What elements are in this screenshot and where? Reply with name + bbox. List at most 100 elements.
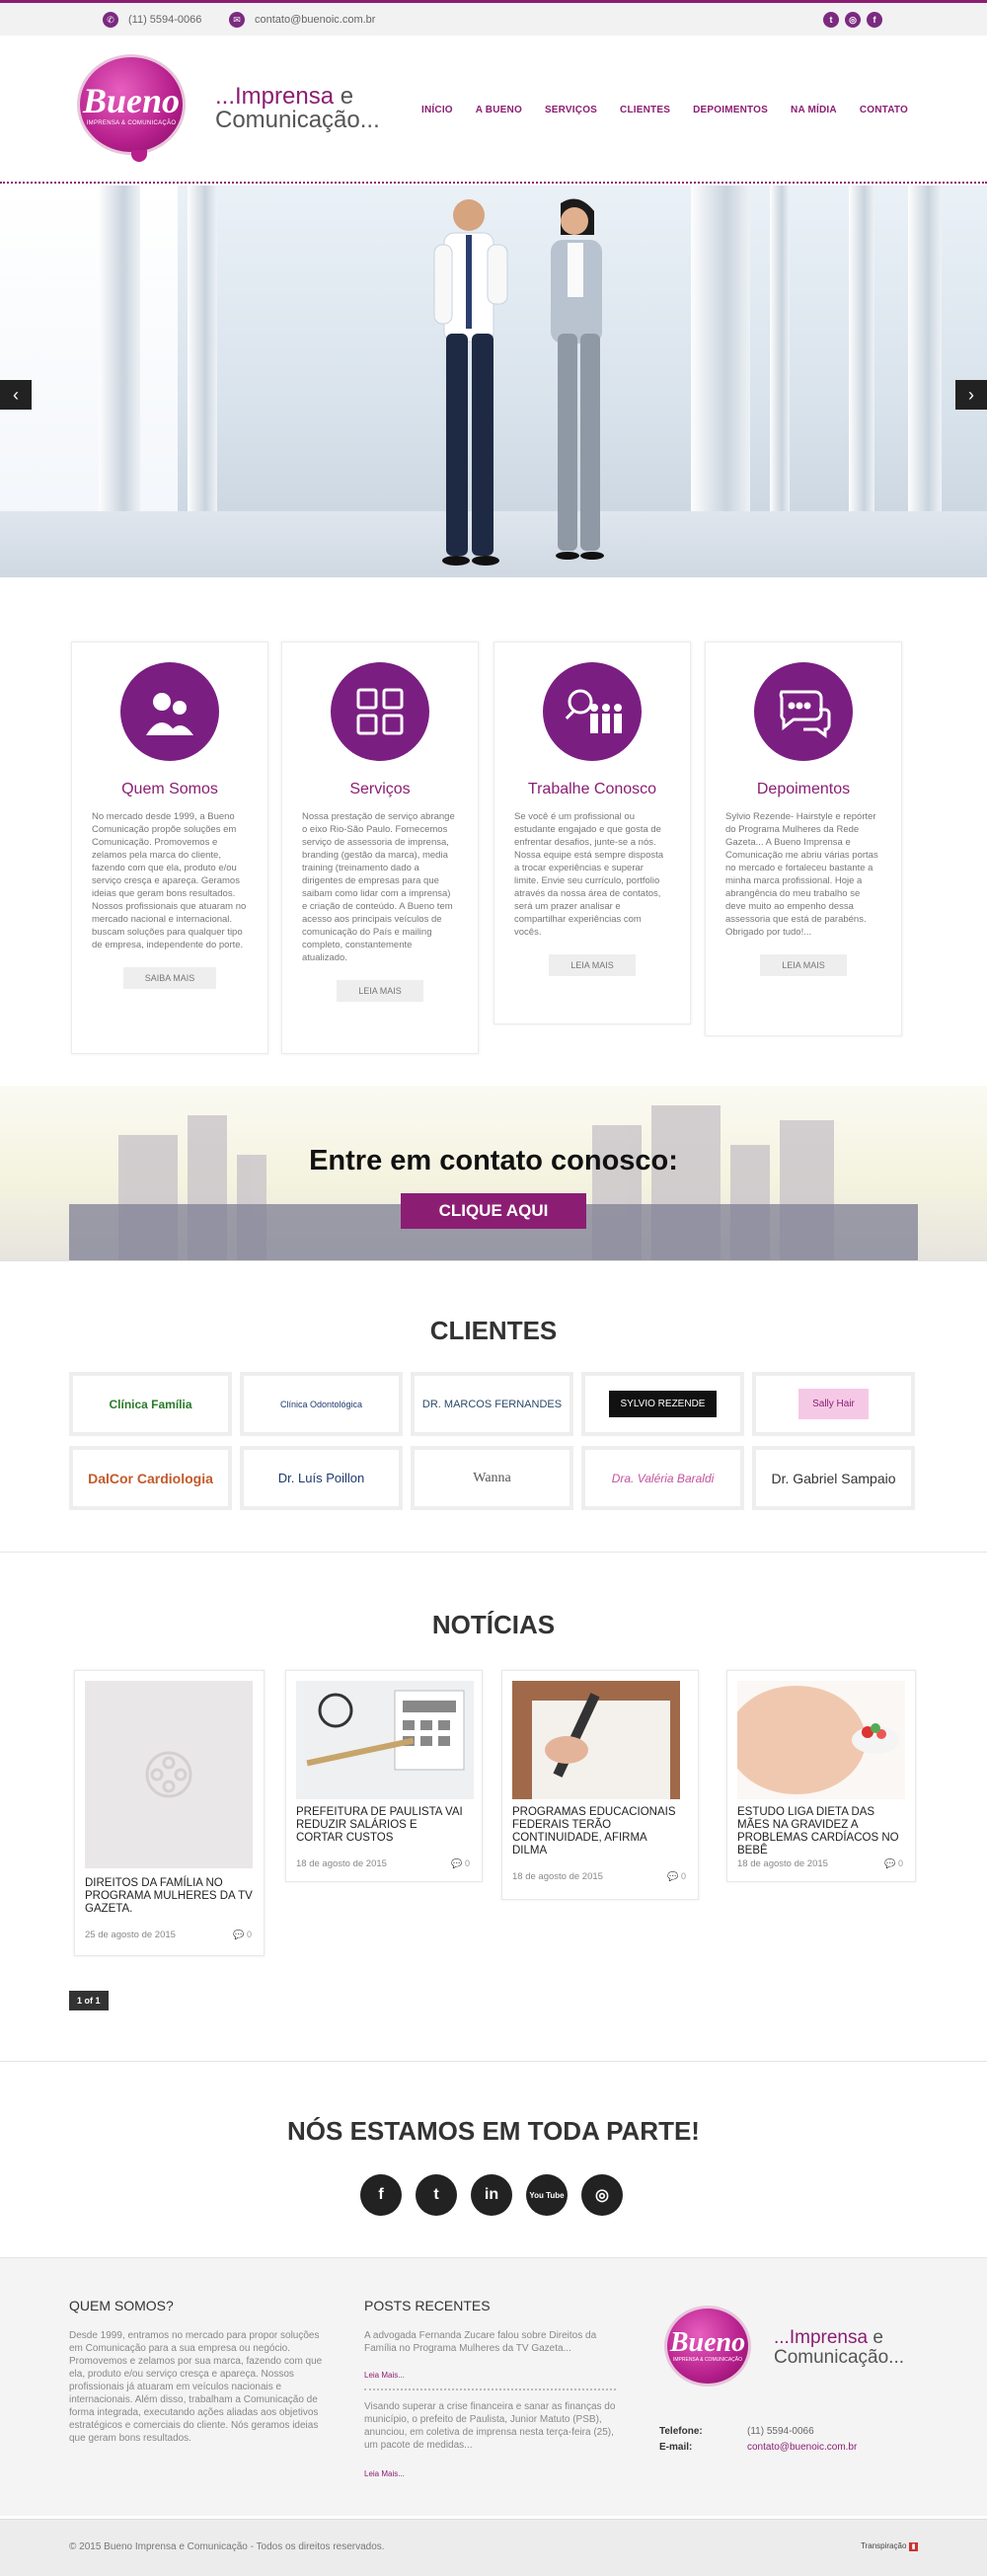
footer-email-label: E-mail:: [659, 2442, 693, 2453]
client-logo[interactable]: Dr. Luís Poillon: [240, 1446, 403, 1510]
feature-text: Se você é um profissional ou estudante e…: [514, 811, 664, 938]
news-card[interactable]: PREFEITURA DE PAULISTA VAI REDUZIR SALÁR…: [285, 1670, 483, 1882]
footer-logo[interactable]: Bueno IMPRENSA & COMUNICAÇÃO: [664, 2306, 751, 2387]
news-date: 18 de agosto de 2015: [296, 1858, 387, 1869]
client-logo[interactable]: Clínica Família: [69, 1372, 232, 1436]
nav-inicio[interactable]: INÍCIO: [421, 105, 453, 115]
feature-text: No mercado desde 1999, a Bueno Comunicaç…: [92, 811, 247, 950]
feature-title: Depoimentos: [756, 781, 851, 797]
news-date: 18 de agosto de 2015: [512, 1871, 603, 1882]
contact-cta-banner: Entre em contato conosco: CLIQUE AQUI: [0, 1086, 987, 1261]
linkedin-icon[interactable]: in: [471, 2174, 512, 2216]
footer-tagline: ...Imprensa e Comunicação...: [774, 2327, 905, 2368]
tagline: ...Imprensa e Comunicação...: [215, 83, 380, 133]
client-logo[interactable]: Dra. Valéria Baraldi: [581, 1446, 744, 1510]
news-date: 18 de agosto de 2015: [737, 1858, 828, 1869]
client-logo[interactable]: DR. MARCOS FERNANDES: [411, 1372, 573, 1436]
team-search-icon: [543, 662, 642, 761]
pagination[interactable]: 1 of 1: [69, 1991, 109, 2010]
feature-text: Sylvio Rezende- Hairstyle e repórter do …: [725, 811, 878, 938]
film-reel-icon: [85, 1681, 253, 1868]
logo[interactable]: Bueno IMPRENSA & COMUNICAÇÃO: [77, 54, 186, 155]
clients-title: CLIENTES: [429, 1316, 558, 1345]
facebook-icon[interactable]: f: [360, 2174, 402, 2216]
news-headline[interactable]: ESTUDO LIGA DIETA DAS MÃES NA GRAVIDEZ A…: [737, 1806, 905, 1857]
footer-email[interactable]: contato@buenoic.com.br: [747, 2442, 857, 2453]
nav-na-midia[interactable]: NA MÍDIA: [791, 105, 837, 115]
mail-icon: ✉: [229, 12, 245, 28]
comment-count: 💬 0: [233, 1930, 252, 1939]
social-title: NÓS ESTAMOS EM TODA PARTE!: [287, 2116, 700, 2146]
client-logo[interactable]: DalCor Cardiologia: [69, 1446, 232, 1510]
footer-about-text: Desde 1999, entramos no mercado para pro…: [69, 2330, 323, 2444]
phone-icon: ✆: [103, 12, 118, 28]
nav-servicos[interactable]: SERVIÇOS: [545, 105, 597, 115]
feature-card-depoimentos: Depoimentos Sylvio Rezende- Hairstyle e …: [705, 642, 902, 1036]
saiba-mais-button[interactable]: SAIBA MAIS: [122, 967, 217, 989]
footer-posts-title: POSTS RECENTES: [364, 2298, 491, 2313]
topbar-email[interactable]: ✉ contato@buenoic.com.br: [229, 12, 375, 28]
news-date: 25 de agosto de 2015: [85, 1930, 176, 1940]
nav-clientes[interactable]: CLIENTES: [620, 105, 670, 115]
feature-card-servicos: Serviços Nossa prestação de serviço abra…: [281, 642, 479, 1054]
client-logo[interactable]: SYLVIO REZENDE: [581, 1372, 744, 1436]
news-image-pregnancy: [737, 1681, 905, 1799]
footer-phone-label: Telefone:: [659, 2426, 703, 2437]
nav-a-bueno[interactable]: A BUENO: [476, 105, 522, 115]
news-headline[interactable]: PREFEITURA DE PAULISTA VAI REDUZIR SALÁR…: [296, 1806, 464, 1845]
feature-title: Quem Somos: [121, 781, 218, 797]
client-logo[interactable]: Clínica Odontológica: [240, 1372, 403, 1436]
client-logo[interactable]: Wanna: [411, 1446, 573, 1510]
news-card[interactable]: PROGRAMAS EDUCACIONAIS FEDERAIS TERÃO CO…: [501, 1670, 699, 1900]
feature-title: Serviços: [349, 781, 411, 797]
twitter-icon[interactable]: t: [416, 2174, 457, 2216]
news-image-calculator: [296, 1681, 474, 1799]
site-footer: QUEM SOMOS? Desde 1999, entramos no merc…: [0, 2257, 987, 2516]
instagram-icon[interactable]: ◎: [845, 12, 861, 28]
news-title: NOTÍCIAS: [431, 1610, 556, 1639]
chat-bubbles-icon: [754, 662, 853, 761]
news-headline[interactable]: PROGRAMAS EDUCACIONAIS FEDERAIS TERÃO CO…: [512, 1806, 680, 1857]
news-headline[interactable]: DIREITOS DA FAMÍLIA NO PROGRAMA MULHERES…: [85, 1877, 253, 1916]
footer-phone[interactable]: (11) 5594-0066: [747, 2426, 814, 2437]
facebook-icon[interactable]: f: [867, 12, 882, 28]
credit-badge-icon: ▮: [908, 2542, 919, 2551]
clique-aqui-button[interactable]: CLIQUE AQUI: [401, 1193, 586, 1229]
leia-mais-button[interactable]: LEIA MAIS: [549, 954, 636, 976]
comment-count: 💬 0: [451, 1858, 470, 1868]
footer-about-title: QUEM SOMOS?: [69, 2298, 174, 2313]
news-card[interactable]: DIREITOS DA FAMÍLIA NO PROGRAMA MULHERES…: [74, 1670, 265, 1956]
footer-post-read-more[interactable]: Leia Mais...: [364, 2469, 405, 2478]
topbar-phone[interactable]: ✆ (11) 5594-0066: [103, 12, 201, 28]
business-people-photo: [433, 198, 604, 566]
youtube-icon[interactable]: You Tube: [526, 2174, 568, 2216]
client-logo[interactable]: Dr. Gabriel Sampaio: [752, 1446, 915, 1510]
feature-text: Nossa prestação de serviço abrange o eix…: [302, 811, 455, 963]
hero-slider: [0, 186, 987, 577]
news-image-writing: [512, 1681, 680, 1799]
instagram-icon[interactable]: ◎: [581, 2174, 623, 2216]
copyright: © 2015 Bueno Imprensa e Comunicação - To…: [69, 2541, 385, 2552]
client-logo[interactable]: Sally Hair: [752, 1372, 915, 1436]
cta-title: Entre em contato conosco:: [309, 1145, 678, 1176]
top-bar: ✆ (11) 5594-0066 ✉ contato@buenoic.com.b…: [0, 0, 987, 36]
nav-contato[interactable]: CONTATO: [860, 105, 908, 115]
news-card[interactable]: ESTUDO LIGA DIETA DAS MÃES NA GRAVIDEZ A…: [726, 1670, 916, 1882]
slider-next-button[interactable]: ›: [955, 380, 987, 410]
apps-grid-icon: [331, 662, 429, 761]
footer-post[interactable]: Visando superar a crise financeira e san…: [364, 2400, 616, 2452]
twitter-icon[interactable]: t: [823, 12, 839, 28]
comment-count: 💬 0: [667, 1871, 686, 1881]
nav-depoimentos[interactable]: DEPOIMENTOS: [693, 105, 768, 115]
feature-title: Trabalhe Conosco: [527, 781, 657, 797]
features-section: Quem Somos No mercado desde 1999, a Buen…: [71, 642, 916, 1056]
feature-card-trabalhe-conosco: Trabalhe Conosco Se você é um profission…: [494, 642, 691, 1024]
credit-logo[interactable]: Transpiração ▮: [861, 2541, 919, 2551]
leia-mais-button[interactable]: LEIA MAIS: [337, 980, 423, 1002]
people-icon: [120, 662, 219, 761]
footer-post-read-more[interactable]: Leia Mais...: [364, 2371, 405, 2380]
footer-post-divider: [364, 2388, 616, 2390]
slider-prev-button[interactable]: ‹: [0, 380, 32, 410]
leia-mais-button[interactable]: LEIA MAIS: [760, 954, 847, 976]
footer-post[interactable]: A advogada Fernanda Zucare falou sobre D…: [364, 2329, 616, 2355]
